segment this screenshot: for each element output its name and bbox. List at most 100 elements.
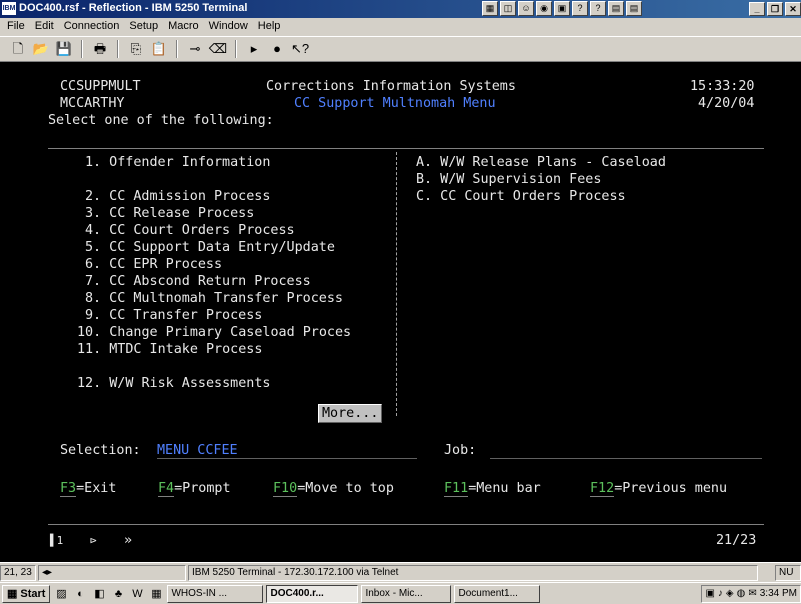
- screen-icon[interactable]: ▤: [608, 1, 624, 16]
- menu-option-10[interactable]: 10. Change Primary Caseload Proces: [77, 324, 351, 341]
- f10-key-text: =Move to top: [297, 481, 394, 496]
- screen-date: 4/20/04: [698, 96, 755, 111]
- menu-option-2[interactable]: 2. CC Admission Process: [85, 188, 270, 205]
- network-icon[interactable]: ♣: [110, 586, 126, 602]
- browser-icon[interactable]: ◐: [72, 586, 88, 602]
- menu-option-5[interactable]: 5. CC Support Data Entry/Update: [85, 239, 335, 256]
- task-inbox[interactable]: Inbox - Mic...: [361, 584, 452, 603]
- toolbar-separator: [117, 40, 119, 58]
- title-toolbar-icons: ▦ ◫ ☺ ◉ ▣ ? ? ▤ ▤: [482, 1, 642, 17]
- menu-option-3[interactable]: 3. CC Release Process: [85, 205, 254, 222]
- oia-session: ▌1: [50, 532, 63, 549]
- help-icon[interactable]: ?: [572, 1, 588, 16]
- menu-option-8[interactable]: 8. CC Multnomah Transfer Process: [85, 290, 343, 307]
- f3-key-label: F3: [60, 481, 77, 497]
- mail-icon[interactable]: ✉: [748, 588, 756, 599]
- menu-option-c[interactable]: C. CC Court Orders Process: [416, 188, 626, 205]
- f3-exit-key[interactable]: F3=Exit: [60, 480, 116, 497]
- f11-menu-bar-key[interactable]: F11=Menu bar: [444, 480, 541, 497]
- disconnect-icon[interactable]: ⌫: [208, 39, 228, 59]
- print-screen-icon[interactable]: ◫: [500, 1, 516, 16]
- task-document1[interactable]: Document1...: [454, 584, 541, 603]
- screen-time: 15:33:20: [690, 79, 755, 94]
- job-input[interactable]: [490, 458, 762, 459]
- menu-option-11[interactable]: 11. MTDC Intake Process: [77, 341, 262, 358]
- menu-option-a[interactable]: A. W/W Release Plans - Caseload: [416, 154, 666, 171]
- f4-key-text: =Prompt: [174, 481, 231, 496]
- more-button[interactable]: More...: [318, 404, 383, 423]
- status-position: 21, 23: [0, 564, 36, 581]
- start-label: Start: [20, 587, 46, 600]
- minimize-button[interactable]: _: [749, 2, 765, 16]
- taskbar: ▦ Start ▨ ◐ ◧ ♣ W ▦ WHOS-IN ... DOC400.r.…: [0, 582, 801, 604]
- network-tray-icon[interactable]: ◍: [737, 588, 746, 599]
- menu-option-b[interactable]: B. W/W Supervision Fees: [416, 171, 601, 188]
- keyboard-icon[interactable]: ▦: [482, 1, 498, 16]
- task-whos-in[interactable]: WHOS-IN ...: [167, 584, 264, 603]
- f12-previous-key[interactable]: F12=Previous menu: [590, 480, 727, 497]
- new-file-icon[interactable]: 🗋: [8, 39, 28, 59]
- connection-icon: ◂▸: [42, 566, 53, 578]
- paste-icon[interactable]: 📋: [149, 39, 169, 59]
- terminal-screen[interactable]: CCSUPPMULT MCCARTHY Select one of the fo…: [0, 62, 801, 562]
- ibm-app-icon[interactable]: IBM: [2, 2, 16, 15]
- word-icon[interactable]: W: [129, 586, 145, 602]
- menu-window[interactable]: Window: [204, 18, 253, 36]
- menu-edit[interactable]: Edit: [30, 18, 59, 36]
- menu-option-6[interactable]: 6. CC EPR Process: [85, 256, 222, 273]
- tray-app-icon[interactable]: ▣: [705, 588, 714, 599]
- menu-file[interactable]: File: [2, 18, 30, 36]
- menu-bar: File Edit Connection Setup Macro Window …: [0, 18, 801, 36]
- toolbar-separator: [235, 40, 237, 58]
- toolbar-separator: [81, 40, 83, 58]
- f10-move-top-key[interactable]: F10=Move to top: [273, 480, 394, 497]
- restore-button[interactable]: ❐: [767, 2, 783, 16]
- copy-icon[interactable]: ⎘: [126, 39, 146, 59]
- menu-connection[interactable]: Connection: [59, 18, 125, 36]
- task-doc400[interactable]: DOC400.r...: [266, 584, 359, 603]
- menu-option-1[interactable]: 1. Offender Information: [85, 154, 270, 171]
- oia-session-number: 1: [56, 534, 64, 547]
- menu-option-7[interactable]: 7. CC Abscond Return Process: [85, 273, 311, 290]
- oia-input-icon: ⊳: [90, 534, 97, 547]
- column-divider: [396, 152, 397, 416]
- start-button[interactable]: ▦ Start: [2, 584, 51, 603]
- f12-key-label: F12: [590, 481, 615, 497]
- f4-prompt-key[interactable]: F4=Prompt: [158, 480, 231, 497]
- menu-option-12[interactable]: 12. W/W Risk Assessments: [77, 375, 270, 392]
- menu-option-4[interactable]: 4. CC Court Orders Process: [85, 222, 295, 239]
- excel-icon[interactable]: ▦: [148, 586, 164, 602]
- menu-option-9[interactable]: 9. CC Transfer Process: [85, 307, 262, 324]
- title-bar: IBM DOC400.rsf - Reflection - IBM 5250 T…: [0, 0, 801, 18]
- clock[interactable]: 3:34 PM: [760, 588, 797, 599]
- system-tray: ▣ ♪ ◈ ◍ ✉ 3:34 PM: [701, 584, 801, 603]
- open-folder-icon[interactable]: 📂: [31, 39, 51, 59]
- context-help-icon[interactable]: ↖?: [290, 39, 310, 59]
- screen2-icon[interactable]: ▤: [626, 1, 642, 16]
- connect-icon[interactable]: ⊸: [185, 39, 205, 59]
- status-connection: IBM 5250 Terminal - 172.30.172.100 via T…: [188, 564, 758, 581]
- menu-setup[interactable]: Setup: [124, 18, 163, 36]
- menu-help[interactable]: Help: [253, 18, 286, 36]
- desktop-icon[interactable]: ▨: [53, 586, 69, 602]
- save-icon[interactable]: 💾: [54, 39, 74, 59]
- cursor-position: 21/23: [716, 533, 757, 548]
- settings-icon[interactable]: ☺: [518, 1, 534, 16]
- host-icon[interactable]: ◉: [536, 1, 552, 16]
- f4-key-label: F4: [158, 481, 175, 497]
- record-icon[interactable]: ▣: [554, 1, 570, 16]
- print-icon[interactable]: 🖶: [90, 39, 110, 59]
- f11-key-label: F11: [444, 481, 469, 497]
- selection-input[interactable]: MENU CCFEE: [157, 442, 238, 459]
- toolbar-separator: [176, 40, 178, 58]
- volume-icon[interactable]: ♪: [718, 588, 723, 599]
- oia-block-icon: ▌: [50, 534, 57, 547]
- play-macro-icon[interactable]: ▸: [244, 39, 264, 59]
- toolbar: 🗋 📂 💾 🖶 ⎘ 📋 ⊸ ⌫ ▸ ● ↖?: [0, 36, 801, 62]
- menu-macro[interactable]: Macro: [163, 18, 204, 36]
- record-macro-icon[interactable]: ●: [267, 39, 287, 59]
- close-button[interactable]: ✕: [785, 2, 801, 16]
- shield-icon[interactable]: ◈: [726, 588, 734, 599]
- query-icon[interactable]: ?: [590, 1, 606, 16]
- outlook-icon[interactable]: ◧: [91, 586, 107, 602]
